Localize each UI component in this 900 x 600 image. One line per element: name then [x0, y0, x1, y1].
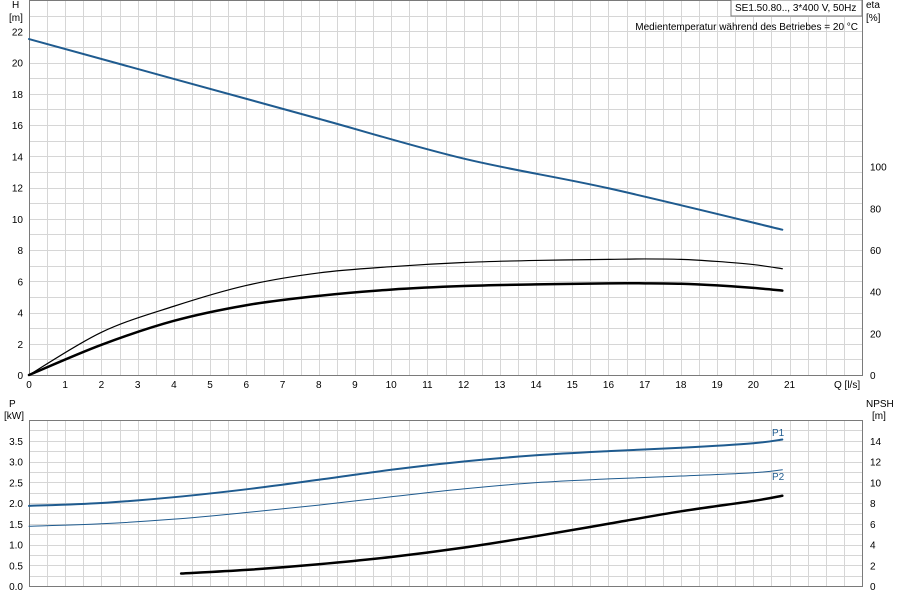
x-axis-tick-label: 5	[207, 380, 213, 391]
top-right-axis-label: eta	[866, 0, 880, 11]
bottom-left-axis-label: P	[9, 399, 16, 410]
x-axis-tick-label: 3	[135, 380, 141, 391]
x-axis-tick-label: 6	[244, 380, 250, 391]
x-axis-tick-label: 13	[494, 380, 506, 391]
series-label-p2: P2	[772, 472, 785, 483]
left-axis-tick-label: 14	[12, 152, 24, 163]
left-axis-tick-label: 2.5	[9, 478, 23, 489]
x-axis-tick-label: 16	[603, 380, 615, 391]
pump-curve-chart: 02468101214161820220204060801000 1 2 3 4 5 6 7 8…	[4, 0, 894, 593]
left-axis-tick-label: 12	[12, 184, 24, 195]
curve-panel1-series-2	[28, 258, 783, 376]
right-axis-tick-label: 12	[870, 458, 882, 469]
bottom-right-axis-unit: [m]	[872, 411, 886, 422]
left-axis-tick-label: 4	[17, 309, 23, 320]
top-right-axis-unit: [%]	[866, 13, 881, 24]
model-header-text: SE1.50.80.., 3*400 V, 50Hz	[735, 3, 856, 14]
x-axis-tick-label: 2	[99, 380, 105, 391]
right-axis-tick-label: 4	[870, 541, 876, 552]
right-axis-tick-label: 10	[870, 478, 882, 489]
x-axis-tick-label: 9	[352, 380, 358, 391]
left-axis-tick-label: 1.5	[9, 520, 23, 531]
x-axis-tick-label: 17	[639, 380, 651, 391]
x-axis-tick-label: 21	[784, 380, 796, 391]
x-axis-tick-label: 4	[171, 380, 177, 391]
x-axis-tick-label: 20	[748, 380, 760, 391]
temperature-note: Medientemperatur während des Betriebes =…	[635, 22, 858, 33]
top-left-axis-label: H	[12, 0, 19, 11]
left-axis-tick-label: 2.0	[9, 499, 23, 510]
left-axis-tick-label: 0.0	[9, 582, 23, 593]
right-axis-tick-label: 80	[870, 204, 882, 215]
tick-labels-layer: 02468101214161820220204060801000 1 2 3 4 5 6 7 8…	[9, 27, 887, 593]
bottom-right-axis-label: NPSH	[866, 399, 894, 410]
left-axis-tick-label: 8	[17, 246, 23, 257]
x-axis-tick-label: 12	[458, 380, 470, 391]
left-axis-tick-label: 6	[17, 277, 23, 288]
right-axis-tick-label: 8	[870, 499, 876, 510]
left-axis-tick-label: 0.5	[9, 561, 23, 572]
curve-panel1-series-1	[28, 38, 784, 231]
right-axis-tick-label: 0	[870, 371, 876, 382]
left-axis-tick-label: 16	[12, 121, 24, 132]
x-axis-tick-label: 8	[316, 380, 322, 391]
right-axis-tick-label: 2	[870, 561, 876, 572]
series-label-p1: P1	[772, 428, 785, 439]
right-axis-tick-label: 40	[870, 288, 882, 299]
bottom-left-axis-unit: [kW]	[4, 411, 24, 422]
left-axis-tick-label: 0	[17, 371, 23, 382]
x-axis-tick-label: 1	[62, 380, 68, 391]
left-axis-tick-label: 3.0	[9, 458, 23, 469]
left-axis-tick-label: 18	[12, 90, 24, 101]
left-axis-tick-label: 1.0	[9, 541, 23, 552]
x-axis-tick-label: 18	[675, 380, 687, 391]
right-axis-tick-label: 6	[870, 520, 876, 531]
x-axis-tick-label: 19	[712, 380, 724, 391]
right-axis-tick-label: 0	[870, 582, 876, 593]
top-x-axis-label: Q [l/s]	[834, 380, 860, 391]
x-axis-tick-label: 7	[280, 380, 286, 391]
left-axis-tick-label: 22	[12, 27, 24, 38]
x-axis-tick-label: 14	[530, 380, 542, 391]
left-axis-tick-label: 2	[17, 340, 23, 351]
right-axis-tick-label: 14	[870, 437, 882, 448]
x-axis-tick-label: 0	[26, 380, 32, 391]
x-axis-tick-label: 11	[422, 380, 433, 391]
right-axis-tick-label: 100	[870, 163, 887, 174]
right-axis-tick-label: 60	[870, 246, 882, 257]
x-axis-tick-label: 10	[386, 380, 398, 391]
curve-panel2-series-2	[28, 469, 783, 527]
left-axis-tick-label: 3.5	[9, 437, 23, 448]
right-axis-tick-label: 20	[870, 329, 882, 340]
left-axis-tick-label: 20	[12, 59, 24, 70]
top-left-axis-unit: [m]	[9, 13, 23, 24]
left-axis-tick-label: 10	[12, 215, 24, 226]
x-axis-tick-label: 15	[567, 380, 579, 391]
